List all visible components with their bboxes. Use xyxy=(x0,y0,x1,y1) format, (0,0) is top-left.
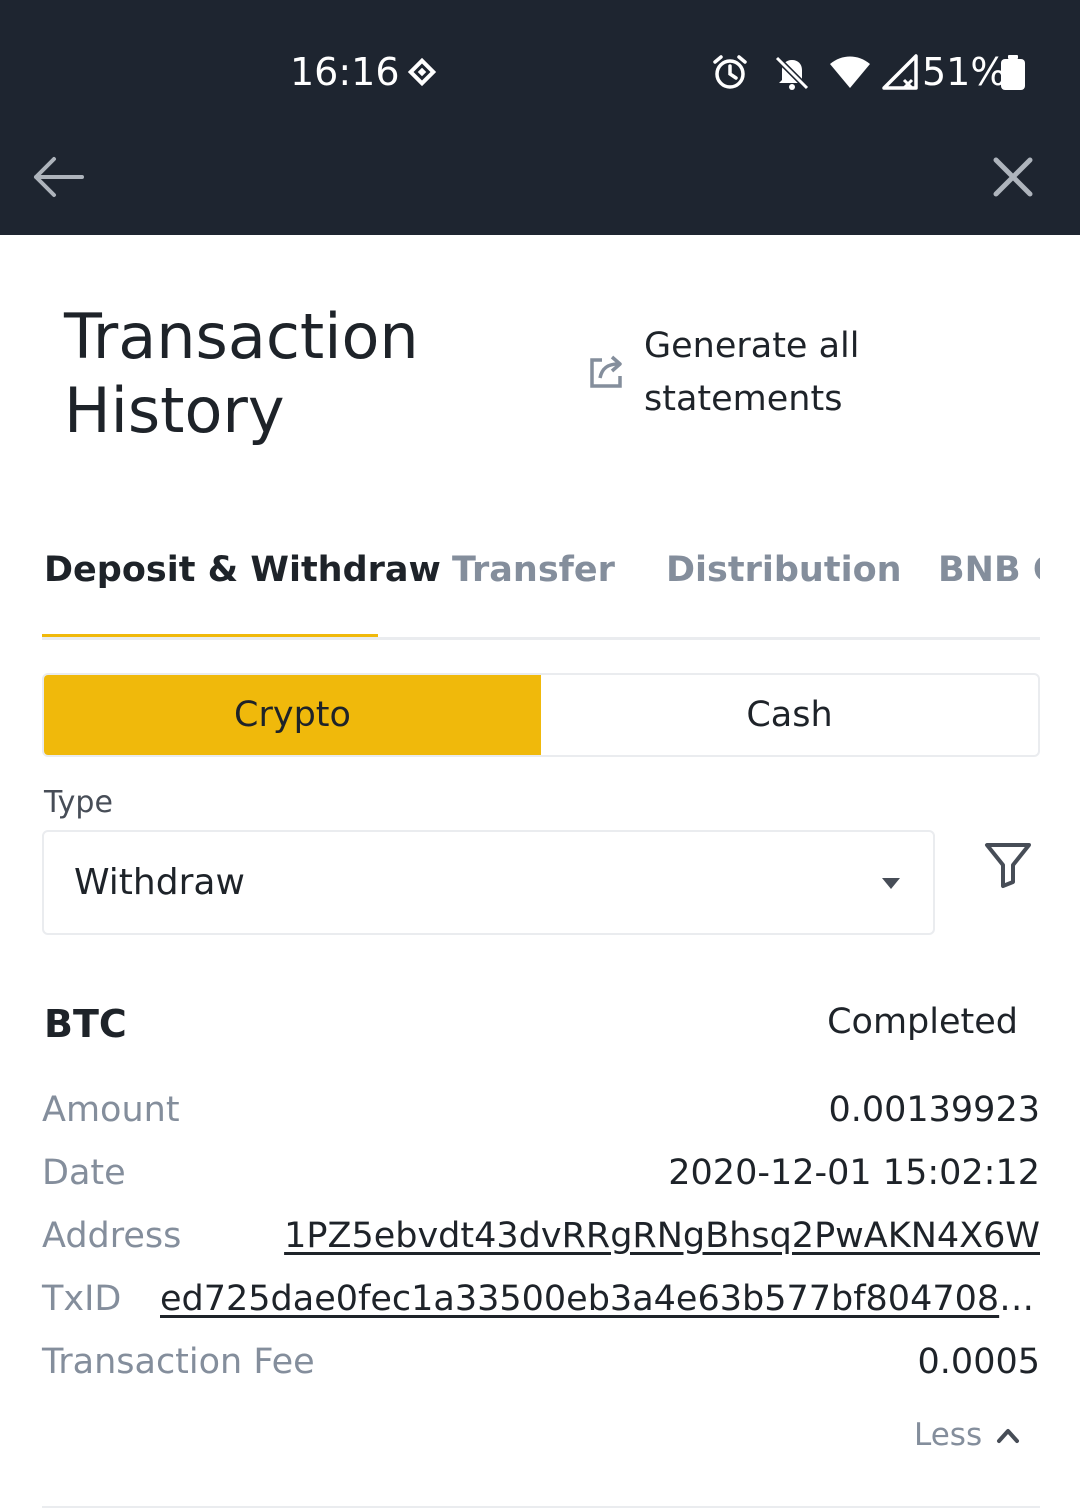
amount-value: 0.00139923 xyxy=(828,1090,1040,1130)
txid-link[interactable]: ed725dae0fec1a33500eb3a4e63b577bf8047086… xyxy=(160,1279,1040,1319)
crypto-segment-button[interactable]: Crypto xyxy=(44,675,541,755)
alarm-icon xyxy=(713,55,747,89)
filter-icon[interactable] xyxy=(982,838,1034,890)
amount-label: Amount xyxy=(42,1090,180,1130)
binance-icon xyxy=(407,57,437,87)
tab-transfer[interactable]: Transfer xyxy=(452,550,615,590)
coin-symbol: BTC xyxy=(44,1002,127,1046)
tab-bar: Deposit & Withdraw Transfer Distribution… xyxy=(42,530,1040,640)
type-select[interactable]: Withdraw xyxy=(42,830,935,935)
generate-statements-link[interactable]: Generate all statements xyxy=(644,320,904,426)
tab-bnb-convert[interactable]: BNB C xyxy=(938,550,1040,590)
status-icons xyxy=(710,50,928,94)
page-title: Transaction History xyxy=(64,300,419,447)
wifi-icon xyxy=(830,56,870,88)
active-tab-indicator xyxy=(42,634,378,637)
arrow-left-icon[interactable] xyxy=(28,150,88,205)
tab-distribution[interactable]: Distribution xyxy=(666,550,902,590)
status-bar: 16:16 51% xyxy=(0,0,1080,140)
dropdown-caret-icon xyxy=(882,878,900,889)
bell-off-icon xyxy=(774,55,810,91)
type-select-value: Withdraw xyxy=(74,862,245,903)
address-label: Address xyxy=(42,1216,182,1256)
crypto-cash-toggle: Crypto Cash xyxy=(42,673,1040,757)
txid-label: TxID xyxy=(42,1279,122,1319)
navigation-bar xyxy=(0,140,1080,235)
share-export-icon[interactable] xyxy=(588,352,626,390)
signal-icon xyxy=(882,54,918,90)
type-label: Type xyxy=(44,785,113,820)
tab-deposit-withdraw[interactable]: Deposit & Withdraw xyxy=(44,550,441,590)
date-label: Date xyxy=(42,1153,126,1193)
cash-segment-button[interactable]: Cash xyxy=(541,675,1038,755)
date-value: 2020-12-01 15:02:12 xyxy=(668,1153,1040,1193)
status-text: Completed xyxy=(827,1002,1018,1042)
battery-icon xyxy=(1001,55,1025,90)
less-toggle[interactable]: Less xyxy=(914,1417,982,1453)
record-divider xyxy=(42,1506,1040,1508)
status-time: 16:16 xyxy=(290,50,400,94)
battery-percent: 51% xyxy=(922,50,1007,94)
address-link[interactable]: 1PZ5ebvdt43dvRRgRNgBhsq2PwAKN4X6W xyxy=(284,1216,1040,1256)
fee-value: 0.0005 xyxy=(917,1342,1040,1382)
close-icon[interactable] xyxy=(988,152,1038,202)
chevron-up-icon[interactable] xyxy=(996,1425,1020,1445)
fee-label: Transaction Fee xyxy=(42,1342,315,1382)
